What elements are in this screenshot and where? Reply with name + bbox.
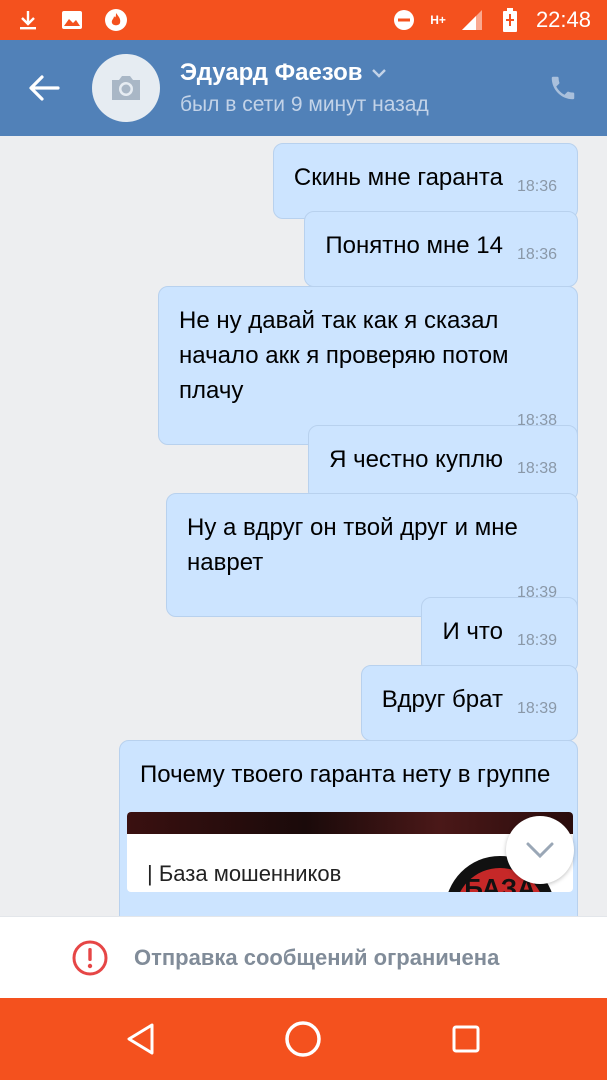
do-not-disturb-icon xyxy=(392,8,416,32)
network-type-icon: H+ xyxy=(430,12,446,27)
message-bubble[interactable]: Скинь мне гаранта 18:36 xyxy=(272,143,578,219)
nav-home-button[interactable] xyxy=(275,1011,331,1067)
chat-header: Эдуард Фаезов был в сети 9 минут назад xyxy=(0,40,607,136)
chevron-down-icon xyxy=(526,842,554,859)
status-bar: H+ 22:48 xyxy=(0,0,607,40)
signal-icon xyxy=(460,8,484,32)
restriction-text: Отправка сообщений ограничена xyxy=(134,944,500,970)
camera-icon xyxy=(112,76,140,100)
nav-recents-button[interactable] xyxy=(438,1011,494,1067)
chevron-down-icon xyxy=(371,69,386,78)
battery-charging-icon xyxy=(498,8,522,32)
clock: 22:48 xyxy=(535,7,591,32)
message-bubble[interactable]: Я честно куплю 18:38 xyxy=(308,425,578,501)
back-triangle-icon xyxy=(127,1023,154,1055)
message-text: Не ну давай так как я сказал начало акк … xyxy=(179,307,509,404)
call-button[interactable] xyxy=(543,68,583,108)
message-bubble[interactable]: И что 18:39 xyxy=(421,597,578,673)
message-time: 18:39 xyxy=(516,700,557,717)
contact-name: Эдуард Фаезов xyxy=(180,59,363,86)
link-preview-title: | База мошенников xyxy=(147,861,342,886)
system-navigation-bar xyxy=(0,998,607,1080)
message-time: 18:38 xyxy=(516,460,557,477)
message-bubble[interactable]: Понятно мне 14 18:36 xyxy=(304,211,578,287)
contact-info[interactable]: Эдуард Фаезов был в сети 9 минут назад xyxy=(180,59,429,117)
back-arrow-icon xyxy=(29,75,60,101)
message-text: Понятно мне 14 xyxy=(325,232,503,259)
fire-app-icon xyxy=(104,8,128,32)
message-bubble-with-link[interactable]: Почему твоего гаранта нету в группе | Ба… xyxy=(119,740,578,916)
messaging-restricted-banner: Отправка сообщений ограничена xyxy=(0,916,607,998)
message-bubble[interactable]: Не ну давай так как я сказал начало акк … xyxy=(158,286,578,445)
message-list[interactable]: Скинь мне гаранта 18:36 Понятно мне 14 18:… xyxy=(0,136,607,916)
message-time: 18:39 xyxy=(516,632,557,649)
message-text: Я честно куплю xyxy=(329,446,503,473)
nav-back-button[interactable] xyxy=(113,1011,169,1067)
download-icon xyxy=(16,8,40,32)
message-text: Почему твоего гаранта нету в группе xyxy=(140,761,551,788)
phone-icon xyxy=(551,76,575,100)
warning-icon xyxy=(72,940,108,975)
link-preview-image xyxy=(127,812,573,834)
back-button[interactable] xyxy=(12,40,76,136)
image-icon xyxy=(60,8,84,32)
scroll-to-bottom-button[interactable] xyxy=(506,816,574,884)
avatar[interactable] xyxy=(92,54,160,122)
recents-square-icon xyxy=(452,1025,480,1053)
last-seen-status: был в сети 9 минут назад xyxy=(180,93,429,116)
message-text: Скинь мне гаранта xyxy=(293,164,503,191)
message-time: 18:36 xyxy=(516,246,557,263)
message-text: Ну а вдруг он твой друг и мне наврет xyxy=(187,514,518,576)
home-circle-icon xyxy=(285,1021,322,1057)
message-text: И что xyxy=(442,618,503,645)
message-bubble[interactable]: Вдруг брат 18:39 xyxy=(360,665,578,741)
message-time: 18:36 xyxy=(516,178,557,195)
message-text: Вдруг брат xyxy=(381,686,503,713)
